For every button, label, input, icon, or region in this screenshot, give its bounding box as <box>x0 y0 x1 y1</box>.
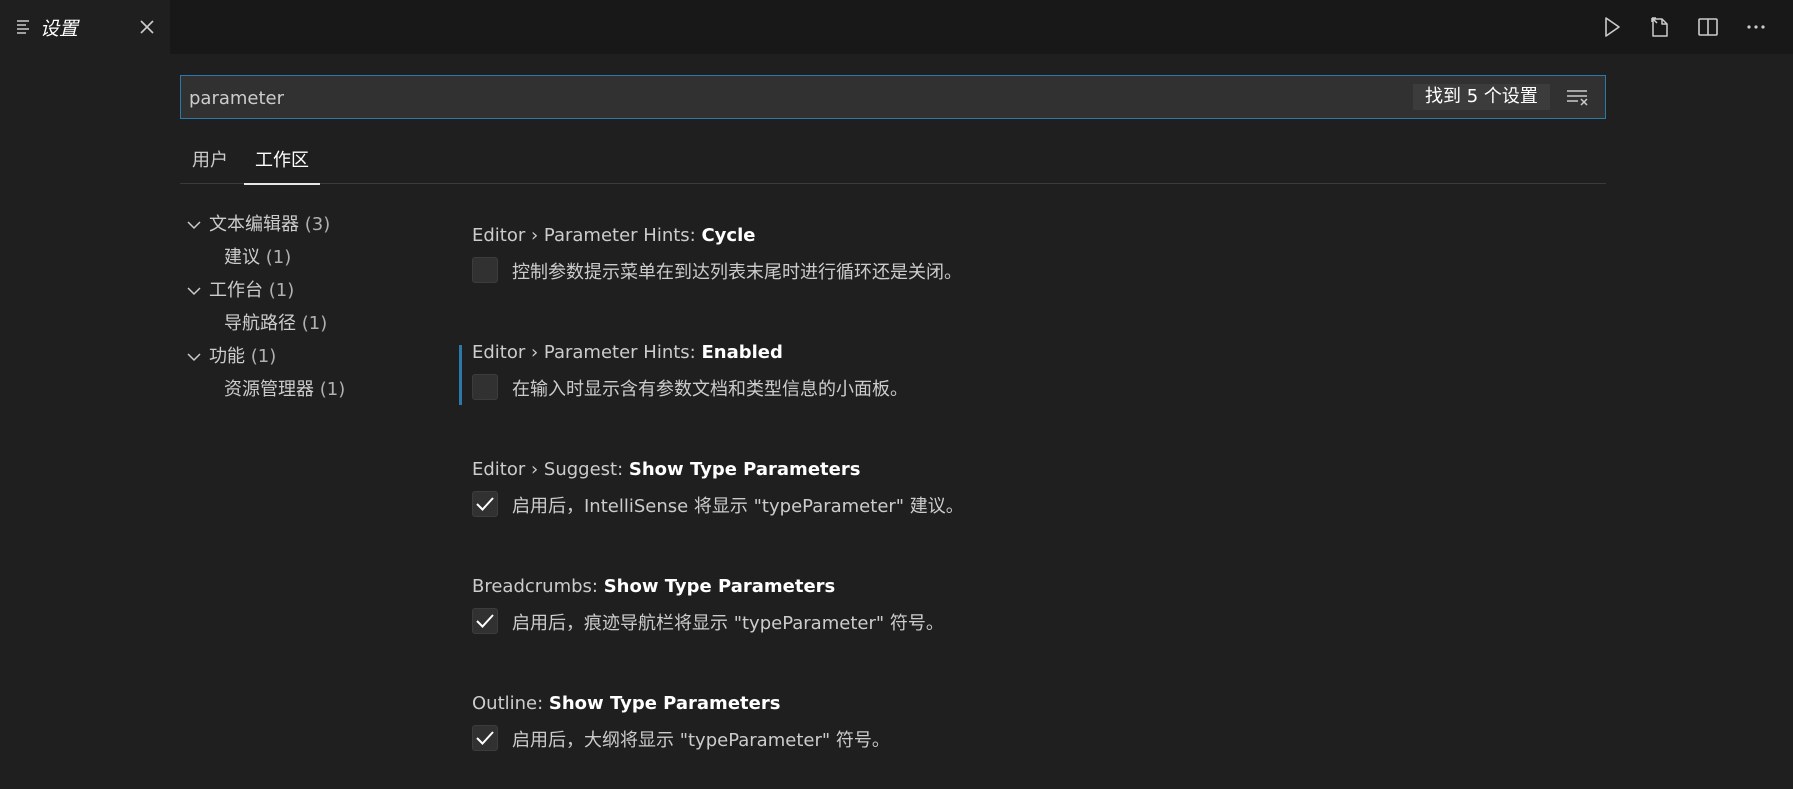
setting-description: 启用后，痕迹导航栏将显示 "typeParameter" 符号。 <box>512 613 944 634</box>
setting-category: Outline: <box>472 693 549 714</box>
toc-item-explorer[interactable]: 资源管理器 (1) <box>224 375 345 401</box>
setting-category: Editor › Suggest: <box>472 459 629 480</box>
setting-checkbox[interactable] <box>472 491 498 517</box>
setting-category: Editor › Parameter Hints: <box>472 225 702 246</box>
settings-list-icon <box>17 20 29 34</box>
setting-title: Editor › Parameter Hints: Enabled <box>472 342 783 363</box>
toc-count: (3) <box>304 214 331 235</box>
setting-name: Show Type Parameters <box>603 576 836 597</box>
setting-title: Editor › Suggest: Show Type Parameters <box>472 459 860 480</box>
search-input[interactable] <box>187 76 1391 120</box>
setting-description: 启用后，大纲将显示 "typeParameter" 符号。 <box>512 730 890 751</box>
tab-workspace[interactable]: 工作区 <box>244 146 320 185</box>
setting-outline-show-type-parameters: Outline: Show Type Parameters 启用后，大纲将显示 … <box>460 693 1600 783</box>
chevron-down-icon <box>187 221 201 230</box>
search-result-count: 找到 5 个设置 <box>1413 84 1550 110</box>
setting-category: Editor › Parameter Hints: <box>472 342 702 363</box>
setting-parameter-hints-enabled: Editor › Parameter Hints: Enabled 在输入时显示… <box>460 342 1600 432</box>
setting-checkbox[interactable] <box>472 608 498 634</box>
toc-label: 功能 <box>209 346 245 367</box>
toc-count: (1) <box>268 280 295 301</box>
setting-name: Show Type Parameters <box>628 459 861 480</box>
setting-description: 控制参数提示菜单在到达列表末尾时进行循环还是关闭。 <box>512 262 962 283</box>
check-icon <box>476 497 494 511</box>
setting-breadcrumbs-show-type-parameters: Breadcrumbs: Show Type Parameters 启用后，痕迹… <box>460 576 1600 666</box>
toc-item-suggest[interactable]: 建议 (1) <box>224 243 291 269</box>
toc-item-workbench[interactable]: 工作台 (1) <box>186 276 294 302</box>
run-icon[interactable] <box>1600 15 1624 39</box>
setting-name: Show Type Parameters <box>548 693 781 714</box>
chevron-down-icon <box>187 287 201 296</box>
toc-label: 工作台 <box>209 280 263 301</box>
toc-count: (1) <box>265 247 292 268</box>
toc-label: 建议 <box>224 247 260 268</box>
setting-title: Editor › Parameter Hints: Cycle <box>472 225 755 246</box>
settings-editor-tab[interactable]: 设置 <box>0 0 170 54</box>
check-icon <box>476 731 494 745</box>
setting-name: Cycle <box>701 225 756 246</box>
setting-category: Breadcrumbs: <box>472 576 604 597</box>
settings-search: 找到 5 个设置 <box>180 75 1606 120</box>
tab-user[interactable]: 用户 <box>192 146 228 183</box>
clear-filter-icon[interactable] <box>1566 86 1590 108</box>
setting-title: Outline: Show Type Parameters <box>472 693 780 714</box>
setting-checkbox[interactable] <box>472 725 498 751</box>
split-editor-icon[interactable] <box>1696 15 1720 39</box>
setting-suggest-show-type-parameters: Editor › Suggest: Show Type Parameters 启… <box>460 459 1600 549</box>
toc-item-features[interactable]: 功能 (1) <box>186 342 276 368</box>
toc-item-breadcrumbs[interactable]: 导航路径 (1) <box>224 309 327 335</box>
tab-bar: 设置 <box>0 0 1793 54</box>
setting-description: 在输入时显示含有参数文档和类型信息的小面板。 <box>512 379 908 400</box>
setting-name: Enabled <box>701 342 783 363</box>
settings-scope-tabs: 用户 工作区 <box>180 136 1606 185</box>
setting-title: Breadcrumbs: Show Type Parameters <box>472 576 835 597</box>
toc-label: 导航路径 <box>224 313 296 334</box>
open-settings-json-icon[interactable] <box>1648 15 1672 39</box>
setting-checkbox[interactable] <box>472 374 498 400</box>
close-icon[interactable] <box>137 17 157 37</box>
setting-parameter-hints-cycle: Editor › Parameter Hints: Cycle 控制参数提示菜单… <box>460 225 1600 315</box>
toc-label: 资源管理器 <box>224 379 314 400</box>
chevron-down-icon <box>187 353 201 362</box>
tab-title: 设置 <box>40 18 79 40</box>
check-icon <box>476 614 494 628</box>
toc-item-text-editor[interactable]: 文本编辑器 (3) <box>186 210 330 236</box>
more-actions-icon[interactable] <box>1744 15 1768 39</box>
toc-count: (1) <box>319 379 346 400</box>
setting-checkbox[interactable] <box>472 257 498 283</box>
setting-description: 启用后，IntelliSense 将显示 "typeParameter" 建议。 <box>512 496 964 517</box>
toc-count: (1) <box>250 346 277 367</box>
toc-count: (1) <box>301 313 328 334</box>
toc-label: 文本编辑器 <box>209 214 299 235</box>
